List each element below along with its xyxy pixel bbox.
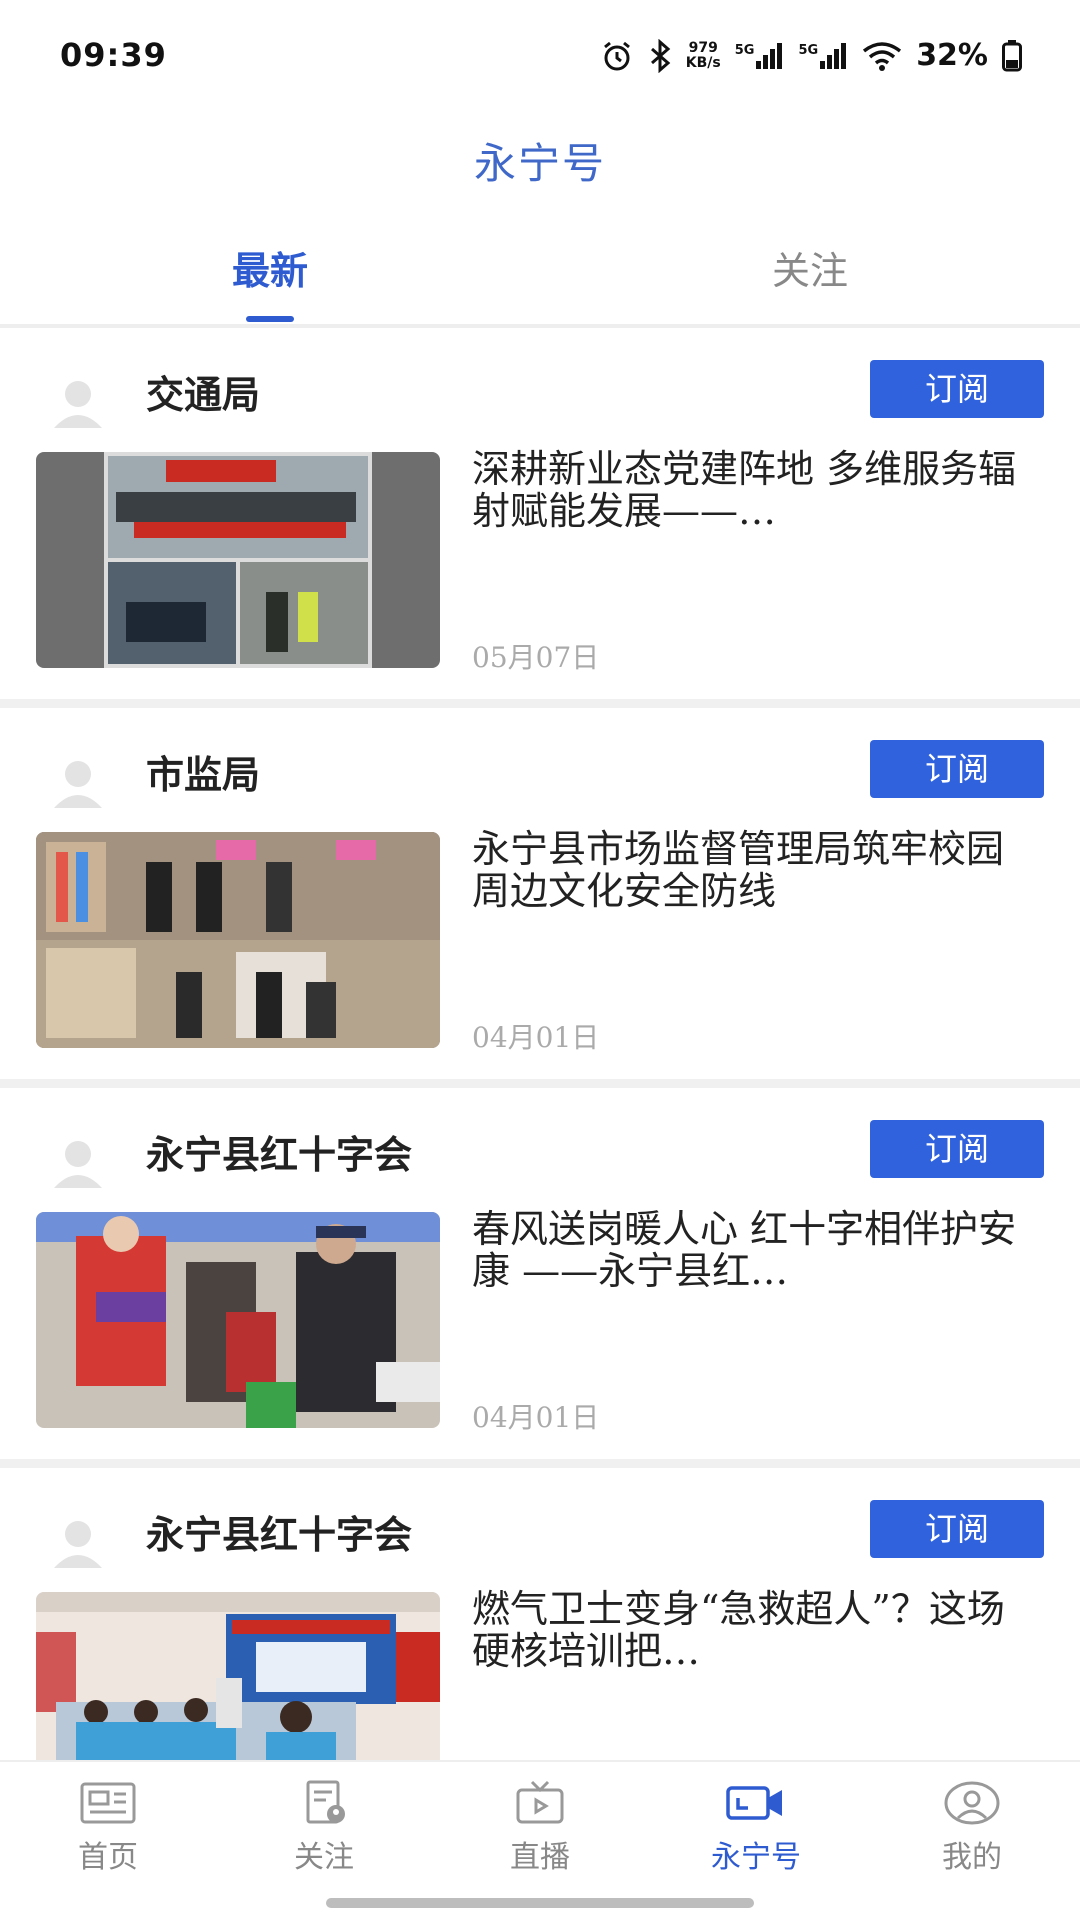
source-name[interactable]: 永宁县红十字会 [146,1124,412,1179]
avatar-placeholder-icon [54,1141,102,1188]
signal-bars-icon [756,42,783,69]
nav-label: 直播 [510,1840,570,1875]
video-camera-icon [726,1786,782,1820]
page-title: 永宁号 [473,139,606,188]
source-name[interactable]: 交通局 [146,364,260,419]
status-time: 09:39 [60,36,167,74]
subscribe-button[interactable]: 订阅 [870,1120,1044,1178]
article-thumbnail[interactable] [36,452,440,668]
tab-bar: 最新 关注 [0,240,1080,324]
avatar-placeholder-icon [54,381,102,428]
status-bar: 09:39 979 KB/s 5G 5G 32% [0,0,1080,110]
source-name[interactable]: 永宁县红十字会 [146,1504,412,1559]
network-speed: 979 KB/s [685,39,721,71]
home-indicator[interactable] [326,1898,754,1908]
subscribe-button[interactable]: 订阅 [870,360,1044,418]
nav-follow[interactable]: 关注 [216,1780,432,1876]
signal-5g-1: 5G [735,42,785,69]
nav-mine[interactable]: 我的 [864,1780,1080,1876]
avatar-placeholder-icon [54,1521,102,1568]
signal-bars-icon [820,42,847,69]
battery-icon [1002,39,1022,71]
bluetooth-icon [650,38,671,73]
status-icons: 979 KB/s 5G 5G 32% [600,38,1022,73]
article-date: 04月01日 [472,1021,600,1054]
nav-yongning[interactable]: 永宁号 [648,1780,864,1876]
tab-latest[interactable]: 最新 [120,240,420,295]
avatar-placeholder-icon [54,761,102,808]
bottom-nav: 首页 关注 直播 永宁号 我的 [0,1760,1080,1920]
battery-percent: 32% [916,38,988,73]
newspaper-icon [80,1782,136,1824]
subscribe-button[interactable]: 订阅 [870,1500,1044,1558]
article-thumbnail[interactable] [36,1212,440,1428]
tv-icon [516,1780,564,1824]
nav-label: 我的 [942,1840,1002,1875]
article-title[interactable]: 燃气卫士变身“急救超人”？这场硬核培训把… [472,1588,1032,1672]
nav-live[interactable]: 直播 [432,1780,648,1876]
subscribe-button[interactable]: 订阅 [870,740,1044,798]
article-feed: 交通局 订阅 深耕新业态党建阵地 多维服务辐射赋能发展——… 05月07日 市监… [0,328,1080,1848]
tab-follow[interactable]: 关注 [660,240,960,295]
alarm-icon [603,41,630,70]
source-name[interactable]: 市监局 [146,744,260,799]
wifi-icon [863,41,902,71]
article-card[interactable]: 永宁县红十字会 订阅 春风送岗暖人心 红十字相伴护安康 ——永宁县红… 04月0… [0,1088,1080,1468]
nav-label: 首页 [78,1840,138,1875]
nav-home[interactable]: 首页 [0,1780,216,1876]
user-circle-icon [944,1781,1000,1825]
article-card[interactable]: 市监局 订阅 永宁县市场监督管理局筑牢校园周边文化安全防线 04月01日 [0,708,1080,1088]
article-date: 04月01日 [472,1401,600,1434]
signal-5g-2: 5G [798,42,848,69]
active-tab-indicator [246,316,294,322]
nav-label: 永宁号 [711,1840,801,1875]
article-card[interactable]: 交通局 订阅 深耕新业态党建阵地 多维服务辐射赋能发展——… 05月07日 [0,328,1080,708]
nav-label: 关注 [294,1840,354,1875]
article-date: 05月07日 [472,641,600,674]
follow-doc-icon [306,1780,345,1824]
article-title[interactable]: 深耕新业态党建阵地 多维服务辐射赋能发展——… [472,448,1032,532]
article-title[interactable]: 春风送岗暖人心 红十字相伴护安康 ——永宁县红… [472,1208,1032,1292]
article-title[interactable]: 永宁县市场监督管理局筑牢校园周边文化安全防线 [472,828,1032,912]
article-thumbnail[interactable] [36,832,440,1048]
